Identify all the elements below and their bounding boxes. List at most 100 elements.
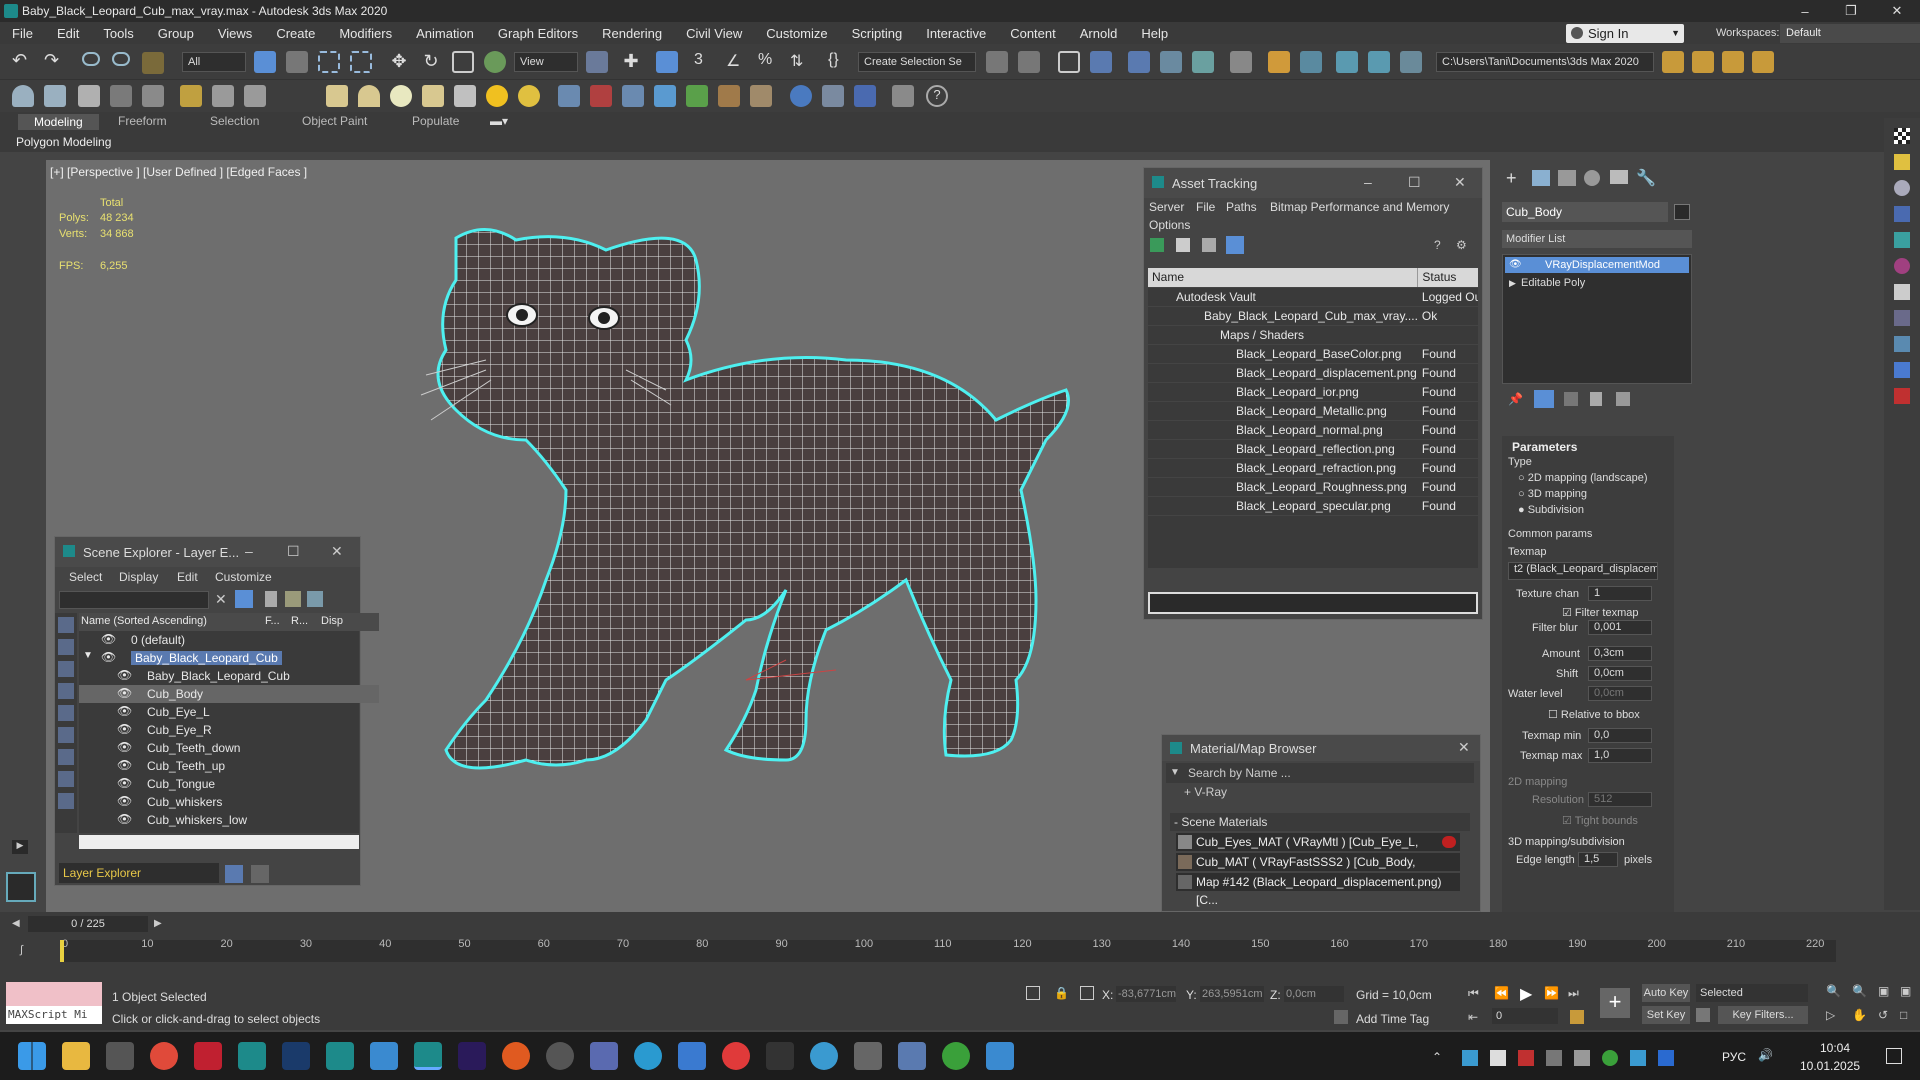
radio-3d-mapping[interactable]: ○ 3D mapping <box>1518 488 1587 500</box>
display-lights-icon[interactable] <box>58 683 74 699</box>
clock-date[interactable]: 10.01.2025 <box>1800 1059 1860 1073</box>
chrome-icon[interactable] <box>150 1042 178 1070</box>
eye-icon[interactable]: 👁 <box>117 812 132 826</box>
move-icon[interactable]: ✥ <box>388 51 410 73</box>
table-row[interactable]: Maps / Shaders <box>1148 325 1478 345</box>
layer-manager-icon[interactable] <box>251 865 269 883</box>
close-icon[interactable]: ✕ <box>1458 739 1470 756</box>
project-path-dropdown[interactable]: C:\Users\Tani\Documents\3ds Max 2020 <box>1436 52 1654 72</box>
prev-key-icon[interactable]: ⏪ <box>1494 986 1509 1000</box>
stack-item-editable-poly[interactable]: ▶ Editable Poly <box>1505 275 1689 291</box>
toggle-layer-explorer-icon[interactable] <box>1090 51 1112 73</box>
table-row[interactable]: Black_Leopard_refraction.png Found <box>1148 458 1478 478</box>
tab-object-paint[interactable]: Object Paint <box>302 114 367 128</box>
curve-editor-toggle-icon[interactable]: ∫ <box>20 944 23 956</box>
modifier-list-dropdown[interactable]: Modifier List <box>1502 230 1692 248</box>
stack-item-vray-displacement[interactable]: 👁 VRayDisplacementMod <box>1505 257 1689 273</box>
time-tag-icon[interactable] <box>1334 1010 1348 1024</box>
vray-toolbar-icon-2[interactable] <box>142 85 164 107</box>
list-item[interactable]: 👁 Cub_Body <box>79 685 379 703</box>
texture-chan-spinner[interactable]: 1 <box>1588 586 1652 601</box>
menu-customize[interactable]: Customize <box>215 570 272 584</box>
menu-views[interactable]: Views <box>206 26 264 41</box>
vray-frame-buffer-icon[interactable] <box>78 85 100 107</box>
windows-start-icon[interactable] <box>18 1042 46 1070</box>
render-elements-icon[interactable] <box>1894 336 1910 352</box>
display-xrefs-icon[interactable] <box>58 793 74 809</box>
list-item[interactable]: 👁 Cub_whiskers <box>79 793 379 811</box>
resolution-spinner[interactable]: 512 <box>1588 792 1652 807</box>
vray-sun-icon[interactable] <box>212 85 234 107</box>
hierarchy-tab-icon[interactable] <box>1558 170 1576 186</box>
utilities-tab-icon[interactable]: 🔧 <box>1636 168 1656 188</box>
maximize-icon[interactable]: ☐ <box>287 543 300 560</box>
menu-help[interactable]: Help <box>1129 26 1180 41</box>
menu-interactive[interactable]: Interactive <box>914 26 998 41</box>
tab-populate[interactable]: Populate <box>412 114 459 128</box>
vray-vrscene-icon[interactable] <box>854 85 876 107</box>
utorrent-icon[interactable] <box>942 1042 970 1070</box>
3ds-max-active-icon[interactable] <box>414 1042 442 1070</box>
help-icon[interactable]: ? <box>926 85 948 107</box>
bluetooth-icon[interactable] <box>1658 1050 1674 1066</box>
open-explorer-icon[interactable] <box>1662 51 1684 73</box>
z-coordinate-field[interactable]: 0,0cm <box>1284 986 1344 1002</box>
app-64-icon[interactable] <box>194 1042 222 1070</box>
telegram-icon[interactable] <box>810 1042 838 1070</box>
remove-modifier-icon[interactable] <box>1590 392 1602 406</box>
tray-icon-3[interactable] <box>1518 1050 1534 1066</box>
list-view-icon[interactable] <box>1176 238 1190 252</box>
tray-icon-7[interactable] <box>1630 1050 1646 1066</box>
absolute-mode-icon[interactable] <box>1080 986 1094 1000</box>
vray-sphere-light-icon[interactable] <box>390 85 412 107</box>
layers-icon[interactable] <box>307 591 323 607</box>
scene-explorer-scrollbar[interactable] <box>79 835 359 849</box>
toggle-scene-explorer-icon[interactable] <box>1058 51 1080 73</box>
table-row[interactable]: Black_Leopard_displacement.png Found <box>1148 363 1478 383</box>
tray-icon-4[interactable] <box>1546 1050 1562 1066</box>
texmap-button[interactable]: t2 (Black_Leopard_displaceme <box>1508 562 1658 580</box>
expand-icon[interactable]: ▶ <box>1509 275 1516 291</box>
configure-sets-icon[interactable] <box>1616 392 1630 406</box>
keyboard-shortcut-icon[interactable] <box>656 51 678 73</box>
add-time-tag[interactable]: Add Time Tag <box>1356 1012 1429 1026</box>
sky-dome-icon[interactable] <box>12 85 34 107</box>
viewport-label[interactable]: [+] [Perspective ] [User Defined ] [Edge… <box>50 165 307 179</box>
material-item[interactable]: Map #142 (Black_Leopard_displacement.png… <box>1176 873 1460 907</box>
store-icon[interactable] <box>678 1042 706 1070</box>
terminal-icon[interactable] <box>766 1042 794 1070</box>
table-row[interactable]: Black_Leopard_normal.png Found <box>1148 420 1478 440</box>
vray-material-icon[interactable] <box>790 85 812 107</box>
rect-selection-icon[interactable] <box>318 51 340 73</box>
zoom-extents-all-icon[interactable]: ▣ <box>1900 984 1911 998</box>
expand-icon[interactable]: ▼ <box>83 650 93 661</box>
display-spacewarps-icon[interactable] <box>58 749 74 765</box>
mail-icon[interactable] <box>898 1042 926 1070</box>
vray-ambient-light-icon[interactable] <box>518 85 540 107</box>
menu-file[interactable]: File <box>1196 200 1215 214</box>
git-icon[interactable] <box>502 1042 530 1070</box>
display-tab-icon[interactable] <box>1610 170 1628 184</box>
isolate-icon[interactable] <box>1026 986 1040 1000</box>
maximize-viewport-icon[interactable]: □ <box>1900 1008 1907 1022</box>
select-object-icon[interactable] <box>254 51 276 73</box>
vray-clipper-icon[interactable] <box>686 85 708 107</box>
table-row[interactable]: Autodesk Vault Logged Ou <box>1148 287 1478 307</box>
material-search-input[interactable]: Search by Name ... <box>1166 763 1474 783</box>
project-folder-icon[interactable] <box>1692 51 1714 73</box>
vray-proxy-icon[interactable] <box>558 85 580 107</box>
col-status[interactable]: Status <box>1417 268 1478 288</box>
window-crossing-icon[interactable] <box>350 51 372 73</box>
menu-edit[interactable]: Edit <box>45 26 91 41</box>
vray-group[interactable]: + V-Ray <box>1184 783 1227 801</box>
save-icon[interactable] <box>590 1042 618 1070</box>
reference-coord-dropdown[interactable]: View <box>514 52 578 72</box>
vray-lister-icon[interactable] <box>180 85 202 107</box>
language-indicator[interactable]: РУС <box>1722 1050 1746 1064</box>
lamp-icon[interactable] <box>1894 154 1910 170</box>
maxscript-listener[interactable] <box>6 982 102 1006</box>
notifications-icon[interactable] <box>1886 1048 1902 1064</box>
display-helpers-icon[interactable] <box>58 727 74 743</box>
debug-icon[interactable] <box>1894 388 1910 404</box>
render-iterative-icon[interactable] <box>1368 51 1390 73</box>
